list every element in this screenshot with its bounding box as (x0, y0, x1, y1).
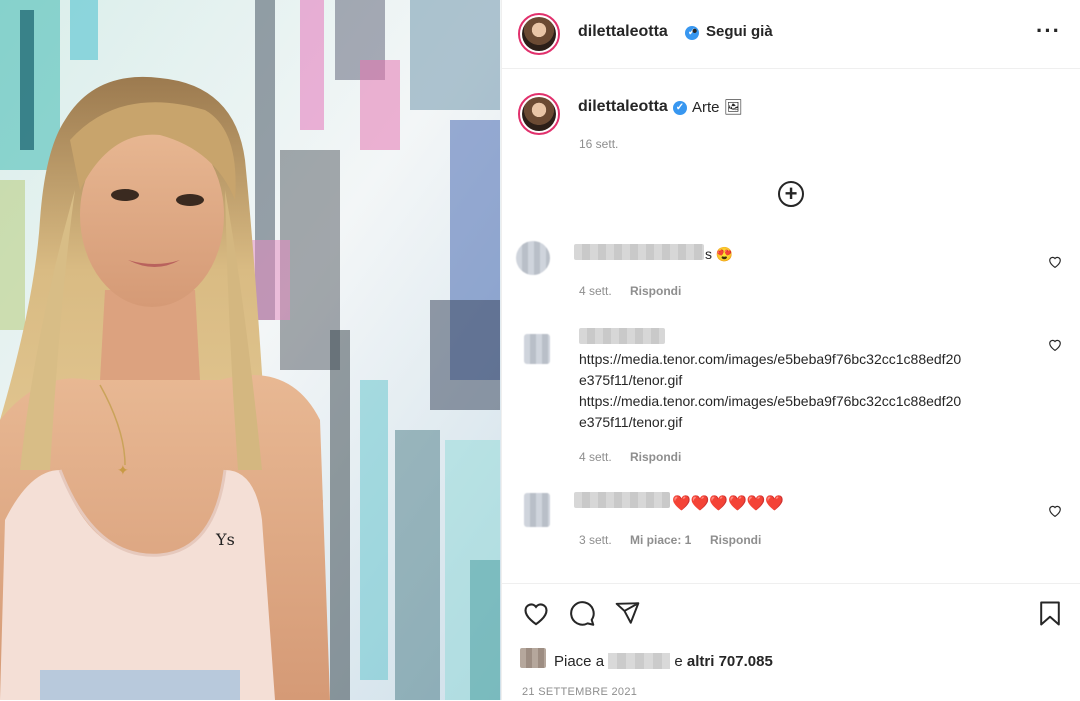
verified-badge-icon: ✓ (673, 101, 687, 115)
following-button[interactable]: Segui già (706, 23, 773, 40)
post-header: dilettaleotta ✓ • Segui già ··· (502, 0, 1080, 69)
caption-time: 16 sett. (579, 137, 619, 151)
comment-like-heart-icon[interactable] (1048, 504, 1062, 517)
comment-likes[interactable]: Mi piace: 1 (630, 533, 691, 547)
post-actions: Piace a e altri 707.085 21 SETTEMBRE 202… (502, 583, 1080, 701)
reply-button[interactable]: Rispondi (630, 284, 681, 298)
heart-icon[interactable] (522, 600, 550, 626)
comment-link[interactable]: e375f11/tenor.gif (579, 412, 682, 433)
post-panel: dilettaleotta ✓ • Segui già ··· dilettal… (501, 0, 1080, 701)
ellipsis-icon[interactable]: ··· (1036, 18, 1061, 44)
comment-time: 3 sett. (579, 533, 612, 547)
likes-summary[interactable]: Piace a e altri 707.085 (554, 653, 773, 670)
reply-button[interactable]: Rispondi (710, 533, 761, 547)
reply-button[interactable]: Rispondi (630, 450, 681, 464)
comment-username[interactable] (574, 244, 704, 260)
caption-text: Arte 🖼 (692, 99, 743, 116)
comment-text: s 😍 (705, 246, 734, 262)
comment-avatar[interactable] (524, 493, 550, 527)
comment-like-heart-icon[interactable] (1048, 255, 1062, 268)
author-username[interactable]: dilettaleotta (578, 23, 668, 41)
post-media[interactable]: ✦ Ys (0, 0, 501, 700)
comment-link[interactable]: e375f11/tenor.gif (579, 370, 682, 391)
caption-username[interactable]: dilettaleotta (578, 98, 668, 116)
bookmark-icon[interactable] (1039, 600, 1061, 627)
likes-suffix: e (674, 653, 683, 670)
liker-username[interactable] (608, 653, 671, 669)
likes-avatar (520, 648, 546, 668)
comment-icon[interactable] (568, 600, 596, 627)
post-date: 21 SETTEMBRE 2021 (522, 686, 638, 698)
caption-avatar[interactable] (518, 93, 560, 135)
likes-prefix: Piace a (554, 653, 605, 670)
comment-link[interactable]: https://media.tenor.com/images/e5beba9f7… (579, 391, 961, 412)
svg-text:✦: ✦ (117, 463, 129, 479)
comment-avatar[interactable] (524, 334, 550, 364)
svg-text:Ys: Ys (215, 530, 235, 549)
comment-time: 4 sett. (579, 450, 612, 464)
comment-time: 4 sett. (579, 284, 612, 298)
comment-avatar[interactable] (516, 241, 550, 275)
follow-separator: • (692, 23, 698, 40)
plus-circle-icon[interactable]: + (778, 181, 804, 207)
author-avatar[interactable] (518, 13, 560, 55)
comment-username[interactable] (579, 328, 665, 344)
share-icon[interactable] (614, 600, 641, 626)
comment-username[interactable] (574, 492, 670, 508)
likes-count[interactable]: altri 707.085 (687, 653, 773, 670)
post-photo: ✦ Ys (0, 0, 501, 700)
comment-like-heart-icon[interactable] (1048, 338, 1062, 351)
comment-text: ❤️❤️❤️❤️❤️❤️ (672, 495, 785, 512)
comment-link[interactable]: https://media.tenor.com/images/e5beba9f7… (579, 349, 961, 370)
